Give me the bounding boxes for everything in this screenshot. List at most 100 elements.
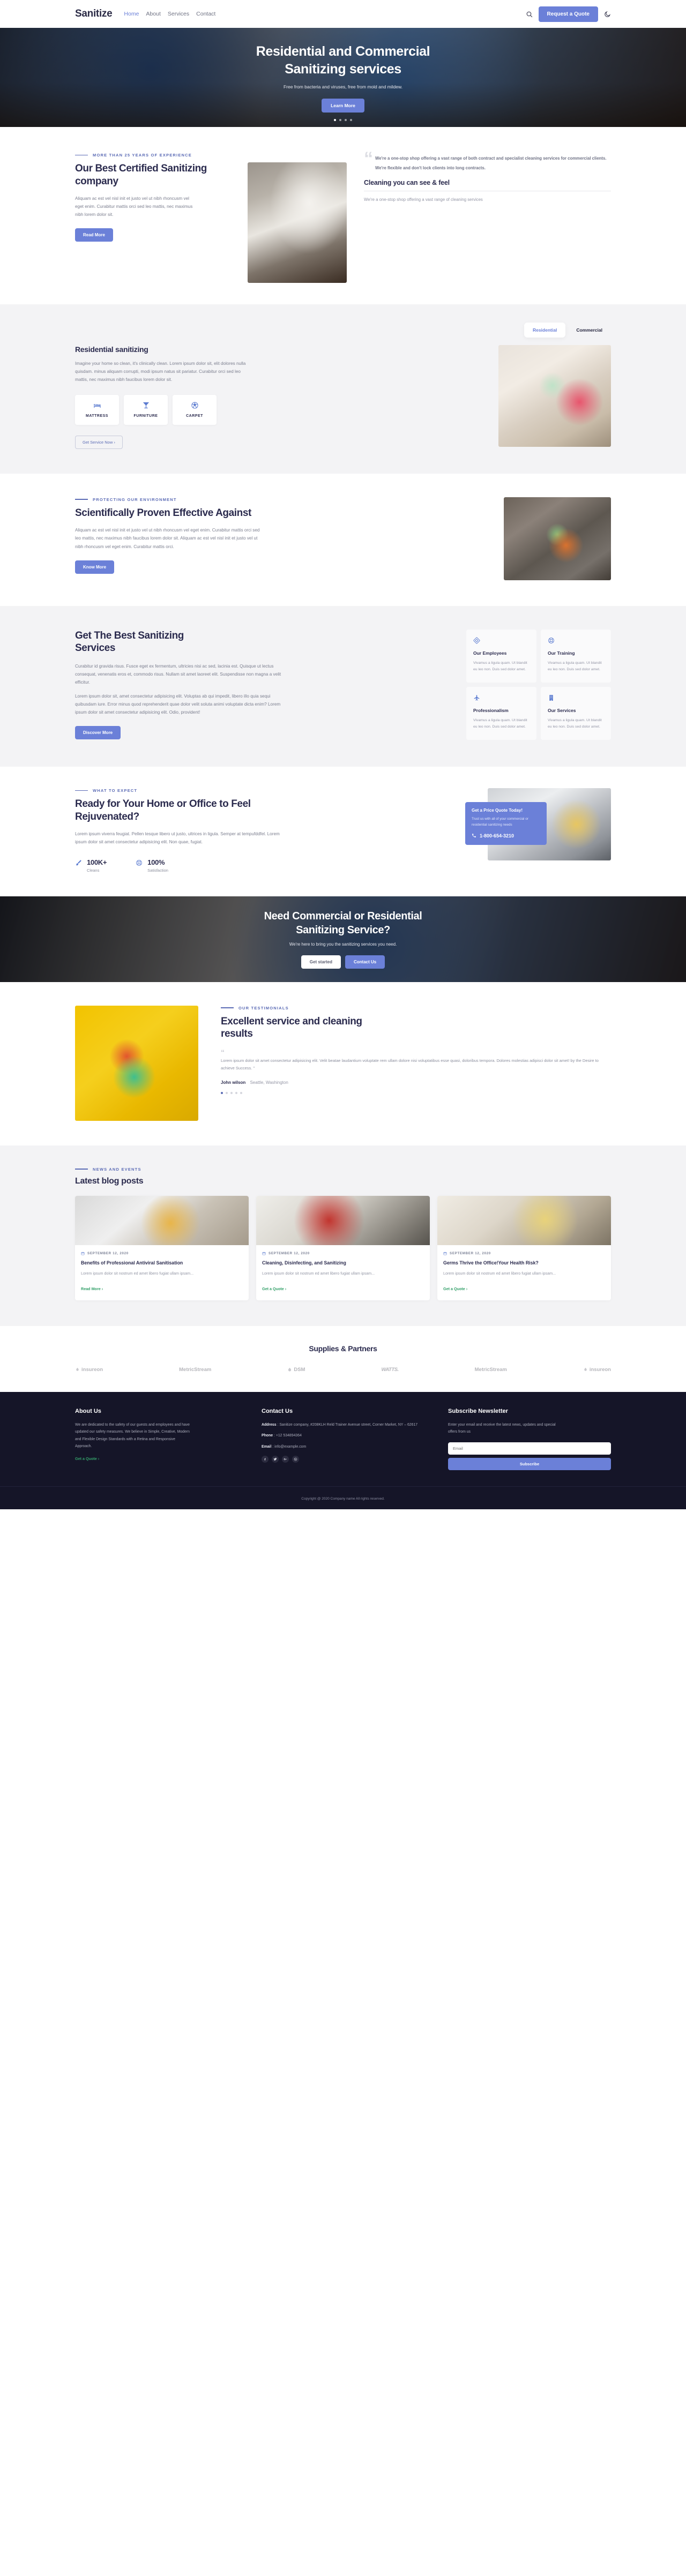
- social-link-google-plus[interactable]: [282, 1456, 289, 1463]
- testimonial-dot-4[interactable]: [235, 1091, 237, 1094]
- hero-slider-dots[interactable]: [0, 119, 686, 121]
- footer-get-quote-link[interactable]: Get a Quote ›: [75, 1456, 99, 1461]
- newsletter-email-input[interactable]: [448, 1442, 611, 1455]
- social-link-dribbble[interactable]: [292, 1456, 299, 1463]
- feature-card-title: Our Services: [548, 707, 576, 713]
- cta-title: Need Commercial or Residential Sanitizin…: [264, 909, 422, 937]
- testimonial-dot-3[interactable]: [230, 1091, 233, 1094]
- stat-value: 100K+: [87, 858, 107, 866]
- hero-learn-more-button[interactable]: Learn More: [322, 98, 364, 113]
- testimonial-slider-dots[interactable]: [221, 1091, 611, 1094]
- footer-address: Address : Sanitize company, #208KLH Reld…: [262, 1422, 418, 1427]
- partner-logo-label: WATTS.: [381, 1366, 399, 1373]
- brand-logo[interactable]: Sanitize: [75, 8, 113, 20]
- ready-section: WHAT TO EXPECT Ready for Your Home or Of…: [0, 766, 686, 896]
- social-link-twitter[interactable]: [272, 1456, 279, 1463]
- testimonial-dot-5[interactable]: [240, 1091, 242, 1094]
- partner-logo-label: MetricStream: [179, 1366, 212, 1373]
- partners-section: Supplies & Partners insureon MetricStrea…: [0, 1326, 686, 1392]
- footer-address-value: Sanitize company, #208KLH Reld Trainer A…: [279, 1422, 418, 1427]
- flame-icon: [584, 1367, 587, 1371]
- feature-card-text: Vivamus a ligula quam. Ut blandit eu leo…: [473, 718, 527, 729]
- service-card-mattress[interactable]: MATTRESS: [75, 394, 119, 425]
- ready-copy: WHAT TO EXPECT Ready for Your Home or Of…: [75, 788, 469, 873]
- search-icon[interactable]: [526, 11, 533, 18]
- contact-us-button[interactable]: Contact Us: [345, 955, 385, 969]
- about-eyebrow-text: MORE THAN 25 YEARS OF EXPERIENCE: [93, 153, 192, 158]
- science-eyebrow: PROTECTING OUR ENVIRONMENT: [75, 497, 482, 502]
- lifebuoy-icon: [548, 637, 554, 643]
- partner-logo-insureon: insureon: [75, 1367, 103, 1373]
- get-started-button[interactable]: Get started: [301, 955, 341, 969]
- main-navigation: Home About Services Contact: [124, 11, 215, 17]
- stat-satisfaction: 100% Satisfaction: [136, 858, 168, 873]
- blog-thumbnail: [256, 1195, 430, 1245]
- moon-icon[interactable]: [604, 11, 611, 18]
- residential-section: Residential Commercial Residential sanit…: [0, 304, 686, 474]
- tab-commercial[interactable]: Commercial: [568, 323, 611, 338]
- get-service-now-button[interactable]: Get Service Now ›: [75, 435, 123, 449]
- footer-phone-label: Phone: [262, 1434, 273, 1438]
- hero-dot-4[interactable]: [350, 119, 352, 121]
- footer-social-links: [262, 1456, 424, 1463]
- discover-more-button[interactable]: Discover More: [75, 726, 121, 740]
- blog-thumbnail: [75, 1195, 249, 1245]
- newsletter-subscribe-button[interactable]: Subscribe: [448, 1457, 611, 1470]
- about-title: Our Best Certified Sanitizing company: [75, 163, 207, 187]
- blog-section: NEWS AND EVENTS Latest blog posts SEPTEM…: [0, 1145, 686, 1326]
- about-eyebrow: MORE THAN 25 YEARS OF EXPERIENCE: [75, 153, 230, 158]
- blog-card[interactable]: SEPTEMBER 12, 2020 Cleaning, Disinfectin…: [256, 1195, 430, 1300]
- blog-card-link[interactable]: Read More ›: [81, 1286, 103, 1291]
- eyebrow-dash-icon: [75, 154, 88, 156]
- know-more-button[interactable]: Know More: [75, 560, 115, 574]
- feature-card-our-training[interactable]: Our Training Vivamus a ligula quam. Ut b…: [541, 629, 611, 683]
- partner-logo-label: MetricStream: [474, 1366, 507, 1373]
- footer-email: Email : info@example.com: [262, 1444, 307, 1449]
- testimonial-dot-2[interactable]: [226, 1091, 228, 1094]
- blog-card[interactable]: SEPTEMBER 12, 2020 Benefits of Professio…: [75, 1195, 249, 1300]
- service-card-carpet[interactable]: CARPET: [173, 394, 217, 425]
- feature-card-title: Professionalism: [473, 707, 509, 713]
- hero-dot-3[interactable]: [345, 119, 347, 121]
- hero-title-line1: Residential and Commercial: [256, 43, 430, 59]
- blog-card-link[interactable]: Get a Quote ›: [262, 1286, 286, 1291]
- partner-logo-row: insureon MetricStream DSM WATTS. MetricS…: [75, 1367, 611, 1373]
- feature-card-our-employees[interactable]: Our Employees Vivamus a ligula quam. Ut …: [466, 629, 536, 683]
- footer-about-title: About Us: [75, 1407, 101, 1414]
- partner-logo-label: insureon: [81, 1366, 103, 1373]
- testimonial-dot-1[interactable]: [221, 1091, 223, 1094]
- about-image: [248, 162, 347, 283]
- hero-dot-2[interactable]: [339, 119, 341, 121]
- nav-item-about[interactable]: About: [146, 11, 160, 17]
- service-card-furniture[interactable]: FURNITURE: [124, 394, 168, 425]
- blog-card-link[interactable]: Get a Quote ›: [443, 1286, 467, 1291]
- droplet-icon: [288, 1367, 292, 1372]
- blog-card-excerpt: Lorem ipsum dolor sit nostrum ed amet li…: [81, 1271, 194, 1276]
- feature-card-our-services[interactable]: Our Services Vivamus a ligula quam. Ut b…: [541, 686, 611, 740]
- service-card-list: MATTRESS FURNITURE CARPET: [75, 394, 478, 425]
- nav-item-contact[interactable]: Contact: [196, 11, 215, 17]
- eyebrow-dash-icon: [75, 790, 88, 791]
- blog-card[interactable]: SEPTEMBER 12, 2020 Germs Thrive the Offi…: [437, 1195, 611, 1300]
- feature-card-professionalism[interactable]: Professionalism Vivamus a ligula quam. U…: [466, 686, 536, 740]
- hero-dot-1[interactable]: [334, 119, 336, 121]
- price-quote-phone[interactable]: 1-800-654-3210: [472, 833, 540, 838]
- footer-phone: Phone : +12 534894364: [262, 1434, 302, 1438]
- social-link-facebook[interactable]: [262, 1456, 269, 1463]
- nav-item-services[interactable]: Services: [168, 11, 189, 17]
- building-icon: [549, 694, 553, 701]
- testimonial-author: John wilson Seattle, Washington: [221, 1080, 611, 1085]
- stat-label: Satisfaction: [147, 867, 168, 873]
- price-quote-card[interactable]: Get a Price Quote Today! Trust us with a…: [465, 802, 547, 845]
- best-services-body-1: Curabitur id gravida risus. Fusce eget e…: [75, 664, 281, 685]
- request-quote-button[interactable]: Request a Quote: [538, 6, 598, 22]
- tab-residential[interactable]: Residential: [524, 323, 566, 338]
- about-read-more-button[interactable]: Read More: [75, 228, 113, 242]
- science-section: PROTECTING OUR ENVIRONMENT Scientificall…: [0, 473, 686, 606]
- nav-item-home[interactable]: Home: [124, 11, 139, 17]
- cta-subtitle: We're here to bring you the sanitizing s…: [289, 942, 397, 947]
- lifebuoy-icon: [136, 859, 143, 866]
- about-copy: MORE THAN 25 YEARS OF EXPERIENCE Our Bes…: [75, 153, 230, 283]
- service-card-label: CARPET: [186, 414, 203, 418]
- footer-newsletter-title: Subscribe Newsletter: [448, 1407, 508, 1414]
